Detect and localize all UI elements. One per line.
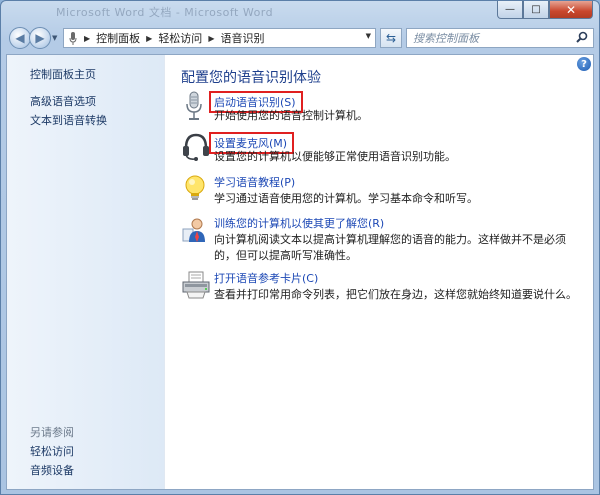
see-also-heading: 另请参阅 [30, 426, 74, 439]
back-button[interactable]: ◀ [9, 27, 31, 49]
lightbulb-icon [181, 174, 211, 204]
task-description: 开始使用您的语音控制计算机。 [214, 109, 368, 122]
task-description: 查看并打印常用命令列表，把它们放在身边，这样您就始终知道要说什么。 [214, 288, 577, 301]
chevron-right-icon[interactable]: ▶ [208, 34, 214, 43]
control-panel-window: Microsoft Word 文档 - Microsoft Word — □ ✕… [0, 0, 600, 495]
sidebar-item-text-to-speech[interactable]: 文本到语音转换 [30, 112, 107, 128]
close-button[interactable]: ✕ [549, 1, 593, 19]
chevron-down-icon[interactable]: ▼ [366, 32, 371, 40]
train-computer-link[interactable]: 训练您的计算机以使其更了解您(R) [214, 215, 384, 231]
search-placeholder: 搜索控制面板 [413, 32, 479, 45]
reference-card-link[interactable]: 打开语音参考卡片(C) [214, 270, 318, 286]
recent-pages-dropdown[interactable]: ▼ [52, 34, 57, 42]
microphone-icon [181, 91, 211, 121]
caption-buttons: — □ ✕ [497, 1, 593, 19]
sidebar-item-control-panel-home[interactable]: 控制面板主页 [30, 66, 96, 82]
navigation-bar: ◀ ▶ ▼ ▶ 控制面板 ▶ 轻松访问 ▶ 语音识别 ▼ ⇆ 搜索控制面板 [1, 25, 599, 51]
user-training-icon [181, 215, 211, 245]
forward-button[interactable]: ▶ [29, 27, 51, 49]
task-description: 学习通过语音使用您的计算机。学习基本命令和听写。 [214, 192, 478, 205]
search-icon[interactable] [576, 31, 588, 46]
task-description: 向计算机阅读文本以提高计算机理解您的语音的能力。这样做并不是必须的，但可以提高听… [214, 233, 566, 262]
search-input[interactable]: 搜索控制面板 [406, 28, 594, 48]
arrow-right-icon: ▶ [35, 31, 45, 45]
breadcrumb-speech-recognition[interactable]: 语音识别 [220, 30, 264, 46]
page-title: 配置您的语音识别体验 [181, 70, 321, 86]
sidebar-item-advanced-speech-options[interactable]: 高级语音选项 [30, 93, 96, 109]
content-area: 控制面板主页 高级语音选项 文本到语音转换 另请参阅 轻松访问 音频设备 ? 配… [6, 54, 594, 490]
sidebar-item-ease-of-access[interactable]: 轻松访问 [30, 443, 74, 459]
breadcrumb-control-panel[interactable]: 控制面板 [96, 30, 140, 46]
task-description: 设置您的计算机以便能够正常使用语音识别功能。 [214, 150, 456, 163]
chevron-right-icon[interactable]: ▶ [146, 34, 152, 43]
speech-tutorial-link[interactable]: 学习语音教程(P) [214, 174, 295, 190]
address-bar[interactable]: ▶ 控制面板 ▶ 轻松访问 ▶ 语音识别 ▼ [63, 28, 376, 48]
minimize-button[interactable]: — [497, 1, 523, 19]
refresh-button[interactable]: ⇆ [380, 28, 402, 48]
window-title: Microsoft Word 文档 - Microsoft Word [56, 6, 274, 19]
microphone-small-icon [68, 31, 78, 45]
breadcrumb-ease-of-access[interactable]: 轻松访问 [158, 30, 202, 46]
maximize-button[interactable]: □ [523, 1, 549, 19]
refresh-icon: ⇆ [385, 31, 397, 45]
printer-icon [181, 270, 211, 300]
chevron-right-icon[interactable]: ▶ [84, 34, 90, 43]
sidebar: 控制面板主页 高级语音选项 文本到语音转换 另请参阅 轻松访问 音频设备 [7, 55, 165, 489]
headset-icon [181, 132, 211, 162]
title-bar: Microsoft Word 文档 - Microsoft Word — □ ✕ [1, 1, 599, 23]
sidebar-item-audio-devices[interactable]: 音频设备 [30, 462, 74, 478]
arrow-left-icon: ◀ [15, 31, 25, 45]
help-icon[interactable]: ? [577, 57, 591, 71]
main-panel: ? 配置您的语音识别体验 启动语音识别(S) 开始使用您的语音控制计算机。 设置… [166, 55, 593, 489]
